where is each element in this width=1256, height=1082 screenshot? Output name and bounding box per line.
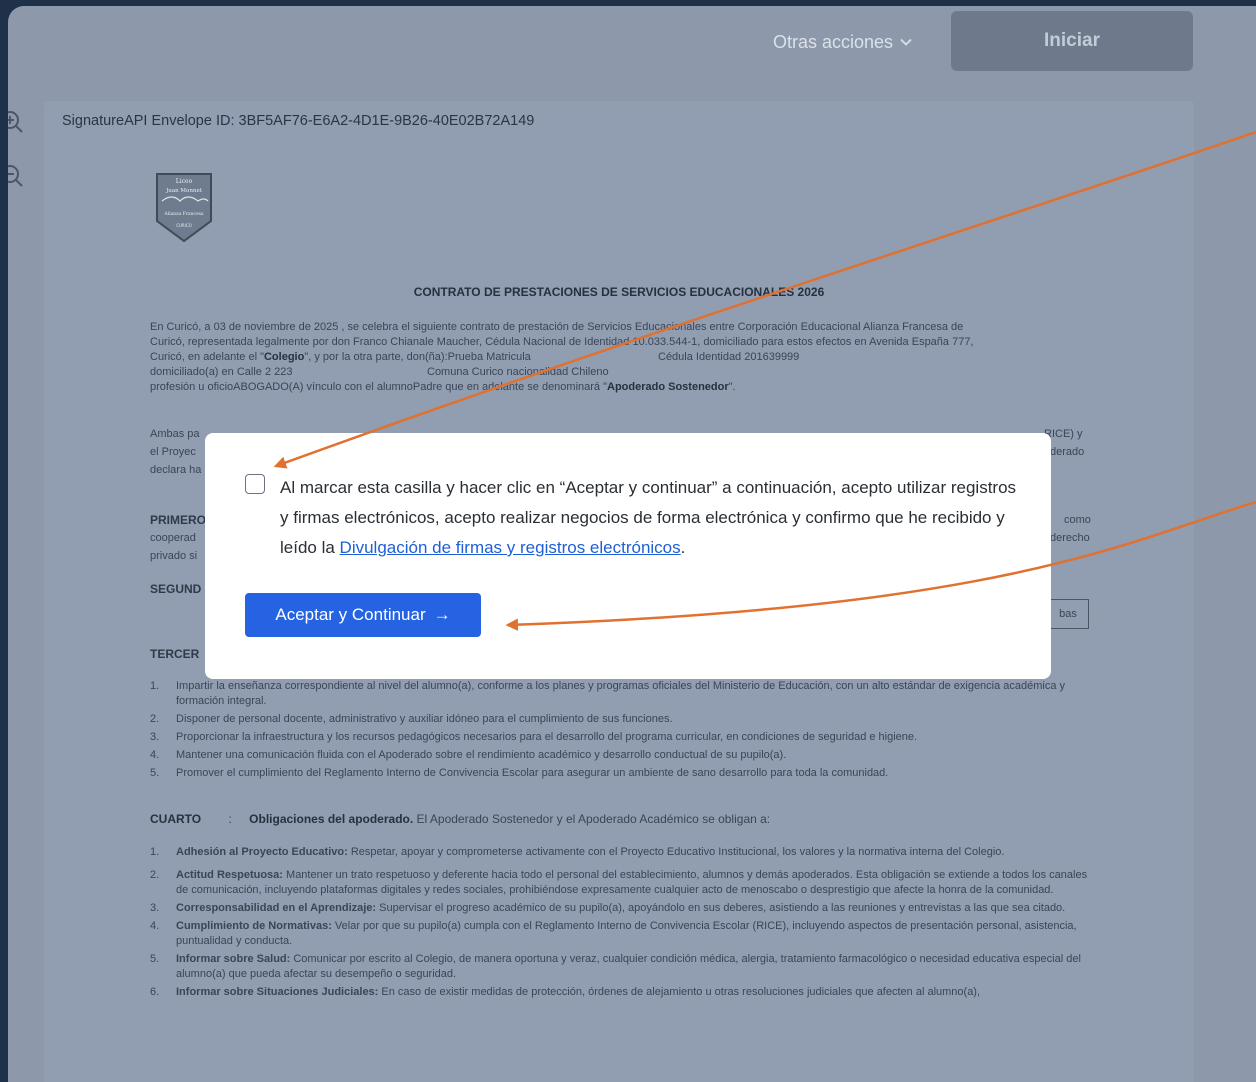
list-item: 5. Informar sobre Salud: Comunicar por es… <box>150 952 1090 982</box>
list-item: 3. Proporcionar la infraestructura y los … <box>150 730 1090 745</box>
cuarto-list: 1. Adhesión al Proyecto Educativo: Respet… <box>150 845 1090 1003</box>
intro-line-3: Curicó, en adelante el "Colegio", y por … <box>150 350 1090 365</box>
list-item: 4. Mantener una comunicación fluida con e… <box>150 748 1090 763</box>
partial-privado: privado si <box>150 550 198 562</box>
list-num: 2. <box>150 869 160 881</box>
consent-text-end: . <box>680 538 686 557</box>
list-bold: Corresponsabilidad en el Aprendizaje: <box>176 902 377 914</box>
list-text: Supervisar el progreso académico de su p… <box>379 902 1066 914</box>
intro-line-5-pre: profesión u oficioABOGADO(A) vínculo con… <box>150 381 607 393</box>
intro-line-1: En Curicó, a 03 de noviembre de 2025 , s… <box>150 321 964 333</box>
contract-title: CONTRATO DE PRESTACIONES DE SERVICIOS ED… <box>413 285 825 299</box>
list-text: En caso de existir medidas de protección… <box>381 986 981 998</box>
list-text: Impartir la enseñanza correspondiente al… <box>176 680 1066 707</box>
cuarto-text: El Apoderado Sostenedor y el Apoderado A… <box>416 812 771 826</box>
list-text: Respetar, apoyar y comprometerse activam… <box>350 846 1005 858</box>
crest-line-3: Alianza Francesa <box>163 211 204 217</box>
list-num: 5. <box>150 953 160 965</box>
intro-line-3-id: Cédula Identidad 201639999 <box>658 351 800 363</box>
crest-line-1: Liceo <box>176 178 193 185</box>
list-item: 1. Impartir la enseñanza correspondiente … <box>150 679 1090 709</box>
intro-line-4-comuna: Comuna Curico nacionalidad Chileno <box>427 366 609 378</box>
intro-line-2: Curicó, representada legalmente por don … <box>150 336 974 348</box>
list-item: 6. Informar sobre Situaciones Judiciales:… <box>150 985 1090 1000</box>
list-item: 4. Cumplimiento de Normativas: Velar por … <box>150 919 1090 949</box>
intro-line-5-bold: Apoderado Sostenedor <box>607 381 729 393</box>
zoom-out-icon[interactable] <box>8 163 24 189</box>
list-text: Mantener una comunicación fluida con el … <box>176 749 787 761</box>
list-num: 5. <box>150 767 160 779</box>
other-actions-menu[interactable]: Otras acciones <box>773 30 913 54</box>
list-text: Disponer de personal docente, administra… <box>176 713 673 725</box>
list-bold: Actitud Respetuosa: <box>176 869 283 881</box>
list-item: 2. Disponer de personal docente, administ… <box>150 712 1090 727</box>
intro-line-3-pre: Curicó, en adelante el " <box>150 351 264 363</box>
top-bar: Otras acciones Iniciar <box>8 6 1256 86</box>
partial-tercer: TERCER <box>150 647 200 661</box>
crest-line-2: Juan Monnet <box>165 188 203 194</box>
other-actions-label: Otras acciones <box>773 31 894 52</box>
list-num: 4. <box>150 749 160 761</box>
arrow-right-icon: → <box>433 605 451 624</box>
list-bold: Informar sobre Salud: <box>176 953 291 965</box>
list-bold: Informar sobre Situaciones Judiciales: <box>176 986 379 998</box>
list-item: 3. Corresponsabilidad en el Aprendizaje: … <box>150 901 1090 916</box>
list-num: 3. <box>150 731 160 743</box>
accept-continue-button[interactable]: Aceptar y Continuar → <box>245 593 481 637</box>
partial-segund-button: bas <box>1047 599 1089 629</box>
list-bold: Adhesión al Proyecto Educativo: <box>176 846 348 858</box>
list-item: 1. Adhesión al Proyecto Educativo: Respet… <box>150 845 1090 860</box>
partial-cooperad: cooperad <box>150 532 196 544</box>
partial-cooperad-right: derecho <box>1050 532 1090 544</box>
intro-line-3-post: ", y por la otra parte, don(ña):Prueba M… <box>304 351 531 363</box>
intro-paragraph: En Curicó, a 03 de noviembre de 2025 , s… <box>150 320 1090 395</box>
list-item: 2. Actitud Respetuosa: Mantener un trato … <box>150 868 1090 898</box>
cuarto-bold: Obligaciones del apoderado. <box>249 812 414 826</box>
tercero-list: 1. Impartir la enseñanza correspondiente … <box>150 679 1090 784</box>
partial-proyec: el Proyec <box>150 446 196 458</box>
consent-checkbox[interactable] <box>245 474 265 494</box>
cuarto-heading: CUARTO : Obligaciones del apoderado. El … <box>150 812 1090 827</box>
partial-proyec-right: derado <box>1050 446 1085 458</box>
zoom-in-icon[interactable] <box>8 109 24 135</box>
intro-line-5-post: ". <box>728 381 736 393</box>
list-num: 6. <box>150 986 160 998</box>
list-text: Mantener un trato respetuoso y deferente… <box>176 869 1088 896</box>
crest-line-4: CURICO <box>176 223 192 228</box>
list-item: 5. Promover el cumplimiento del Reglament… <box>150 766 1090 781</box>
intro-line-5: profesión u oficioABOGADO(A) vínculo con… <box>150 380 1090 395</box>
intro-line-4-addr: domiciliado(a) en Calle 2 223 <box>150 366 293 378</box>
partial-declara: declara ha <box>150 464 202 476</box>
list-bold: Cumplimiento de Normativas: <box>176 920 332 932</box>
disclosure-link[interactable]: Divulgación de firmas y registros electr… <box>340 538 681 557</box>
chevron-down-icon <box>900 38 912 46</box>
cuarto-colon: : <box>228 812 232 826</box>
cuarto-label: CUARTO <box>150 812 202 826</box>
consent-dialog: Al marcar esta casilla y hacer clic en “… <box>205 433 1051 679</box>
list-text: Comunicar por escrito al Colegio, de man… <box>176 953 1081 980</box>
list-text: Promover el cumplimiento del Reglamento … <box>176 767 889 779</box>
partial-primero: PRIMERO <box>150 513 207 527</box>
partial-primero-right: como <box>1064 514 1091 526</box>
list-text: Proporcionar la infraestructura y los re… <box>176 731 918 743</box>
list-num: 4. <box>150 920 160 932</box>
list-num: 2. <box>150 713 160 725</box>
start-button[interactable]: Iniciar <box>951 11 1193 71</box>
list-num: 1. <box>150 846 160 858</box>
school-crest-logo: Liceo Juan Monnet Alianza Francesa CURIC… <box>156 173 212 243</box>
list-num: 3. <box>150 902 160 914</box>
list-num: 1. <box>150 680 160 692</box>
partial-ambas: Ambas pa <box>150 428 200 440</box>
intro-line-4: domiciliado(a) en Calle 2 223 Comuna Cur… <box>150 365 1090 380</box>
accept-label: Aceptar y Continuar <box>275 605 426 624</box>
partial-segund: SEGUND <box>150 582 202 596</box>
intro-line-3-bold: Colegio <box>263 351 305 363</box>
consent-text: Al marcar esta casilla y hacer clic en “… <box>280 473 1020 563</box>
envelope-id: SignatureAPI Envelope ID: 3BF5AF76-E6A2-… <box>62 113 535 129</box>
